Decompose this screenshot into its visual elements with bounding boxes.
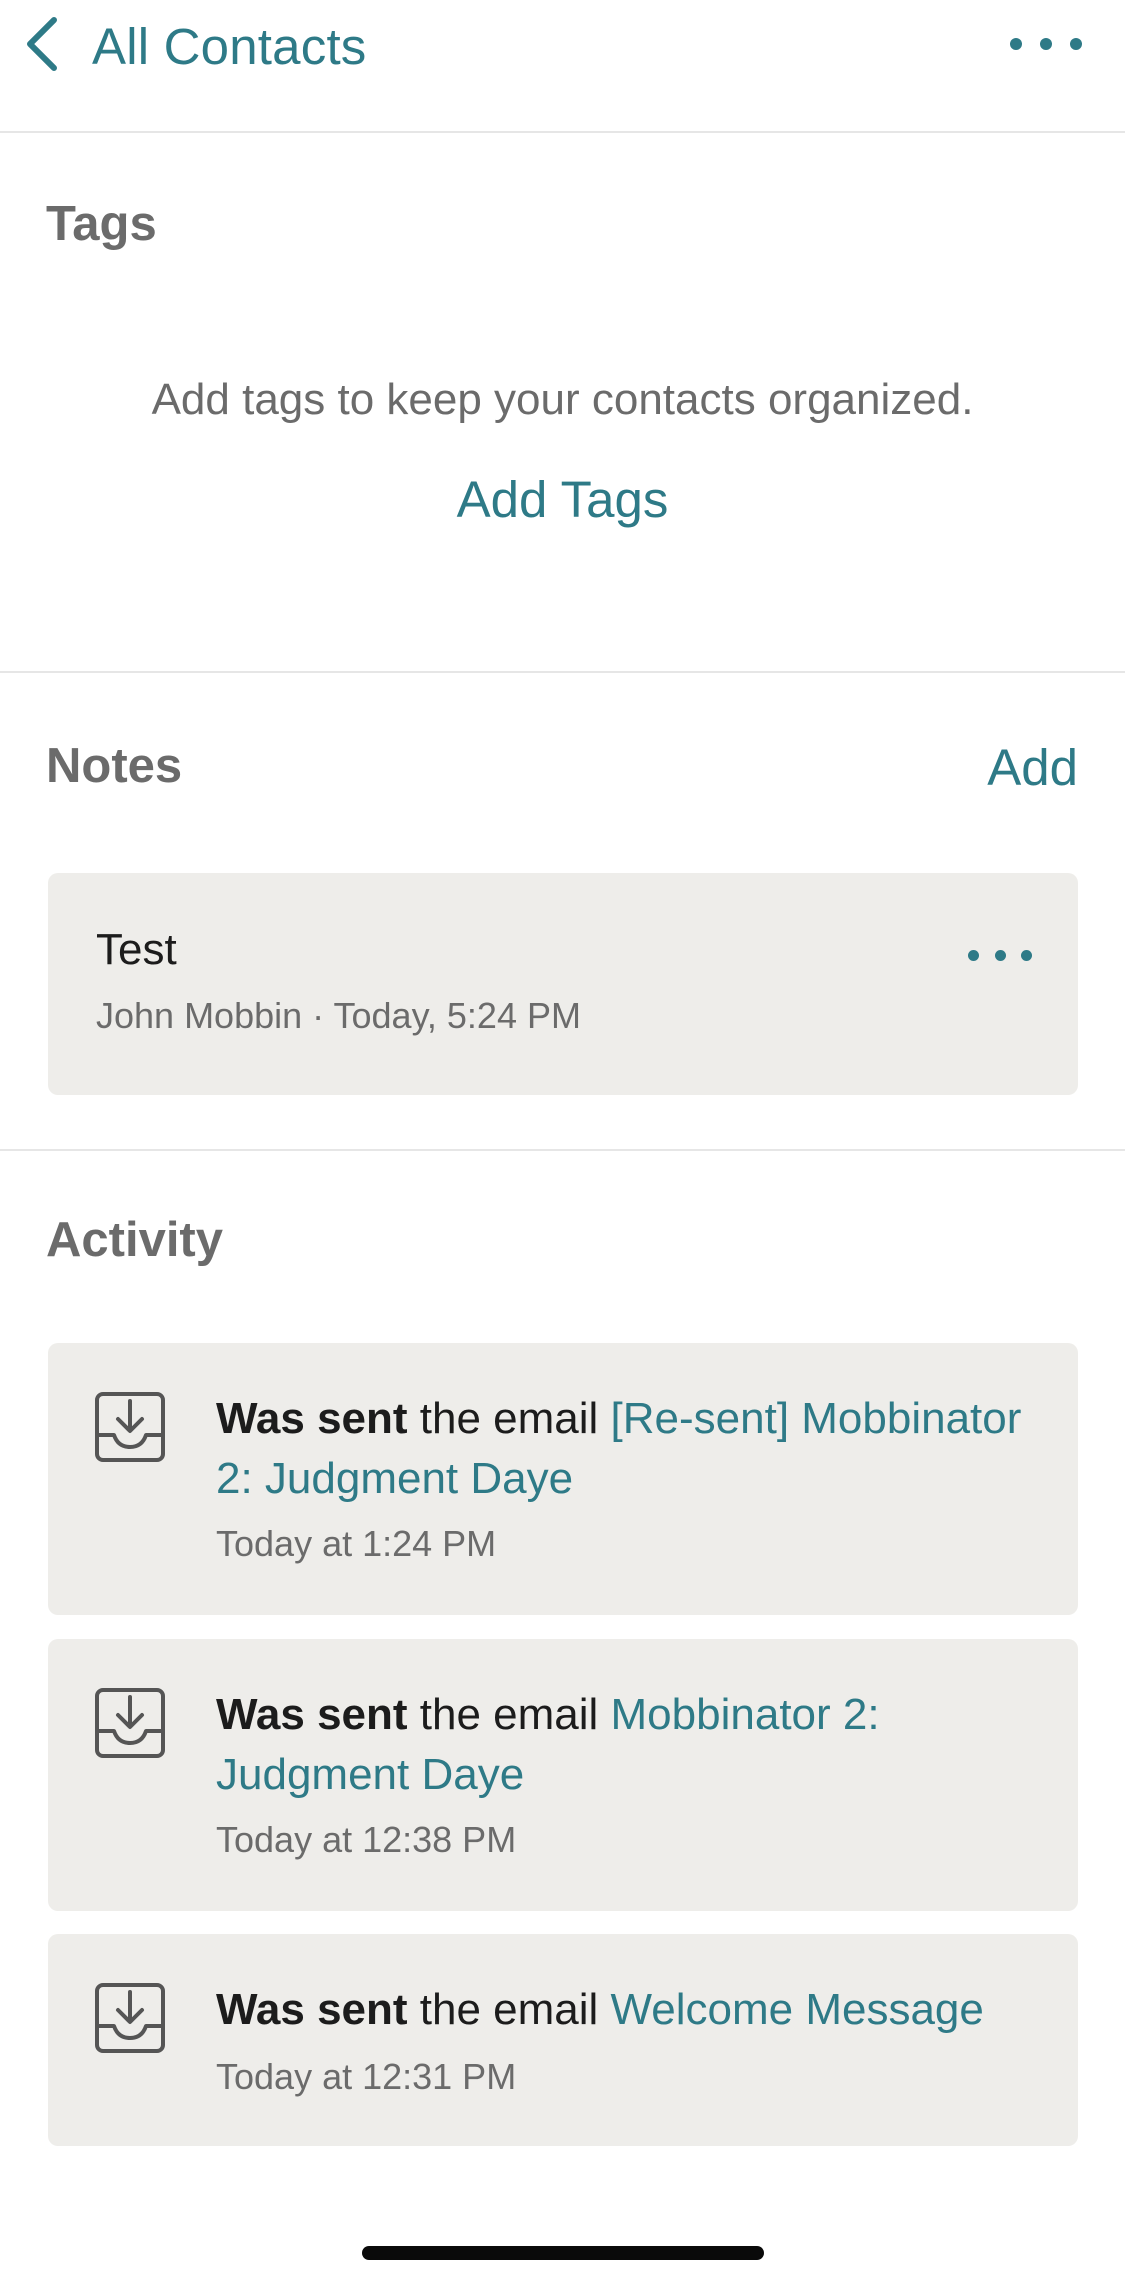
activity-description: Was sent the email [Re-sent] Mobbinator … (216, 1389, 1036, 1509)
activity-description: Was sent the email Mobbinator 2: Judgmen… (216, 1685, 1036, 1805)
activity-item: Was sent the email Mobbinator 2: Judgmen… (48, 1639, 1078, 1911)
note-meta: John Mobbin · Today, 5:24 PM (96, 995, 581, 1037)
email-subject-link[interactable]: Welcome Message (611, 1985, 984, 2034)
inbox-download-icon (94, 1391, 166, 1463)
note-more-button[interactable] (968, 945, 1032, 965)
activity-section-title: Activity (46, 1213, 224, 1267)
note-time: Today, 5:24 PM (333, 995, 581, 1036)
activity-time: Today at 12:31 PM (216, 2056, 517, 2097)
tags-section-title: Tags (46, 197, 157, 251)
activity-time: Today at 1:24 PM (216, 1523, 497, 1564)
note-separator: · (312, 995, 325, 1036)
more-options-button[interactable] (1010, 24, 1082, 64)
home-indicator[interactable] (362, 2246, 764, 2260)
activity-text: the email (407, 1690, 611, 1739)
inbox-download-icon (94, 1982, 166, 2054)
note-author: John Mobbin (96, 995, 303, 1036)
section-divider (0, 1149, 1125, 1151)
activity-action: Was sent (216, 1985, 408, 2034)
note-title: Test (96, 925, 177, 974)
activity-item: Was sent the email Welcome Message Today… (48, 1934, 1078, 2146)
notes-section-title: Notes (46, 739, 183, 793)
activity-item: Was sent the email [Re-sent] Mobbinator … (48, 1343, 1078, 1615)
activity-action: Was sent (216, 1394, 408, 1443)
navigation-bar: All Contacts (0, 0, 1125, 133)
activity-text: the email (407, 1985, 611, 2034)
chevron-left-icon (22, 14, 62, 79)
note-card[interactable]: Test John Mobbin · Today, 5:24 PM (48, 873, 1078, 1095)
tags-empty-message: Add tags to keep your contacts organized… (151, 375, 974, 424)
ellipsis-icon (968, 949, 979, 961)
contact-detail-screen: All Contacts Tags Add tags to keep your … (0, 0, 1125, 2284)
activity-time: Today at 12:38 PM (216, 1819, 517, 1860)
activity-text: the email (407, 1394, 611, 1443)
inbox-download-icon (94, 1687, 166, 1759)
activity-description: Was sent the email Welcome Message (216, 1980, 1036, 2040)
ellipsis-icon (1010, 38, 1022, 50)
section-divider (0, 671, 1125, 673)
add-tags-button[interactable]: Add Tags (0, 470, 1125, 529)
add-note-button[interactable]: Add (987, 738, 1078, 797)
back-label: All Contacts (92, 17, 367, 75)
back-button[interactable]: All Contacts (22, 10, 367, 82)
activity-action: Was sent (216, 1690, 408, 1739)
